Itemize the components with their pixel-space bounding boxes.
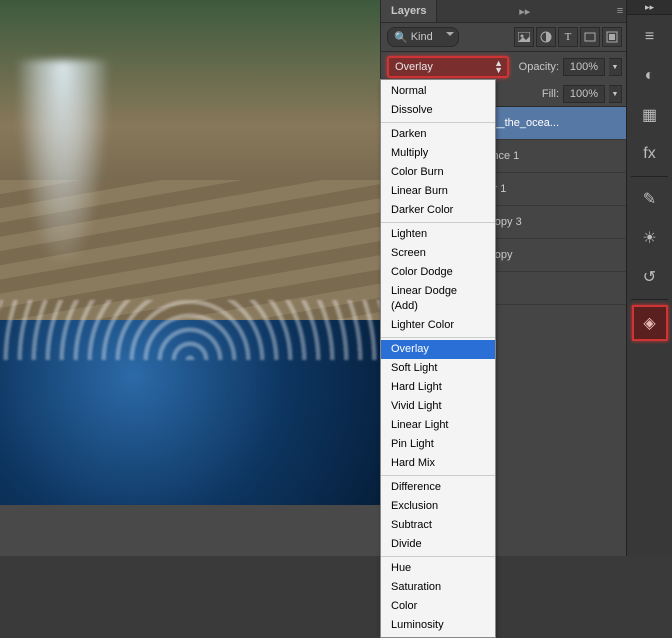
opacity-label: Opacity: <box>519 61 559 73</box>
blend-mode-menu[interactable]: NormalDissolveDarkenMultiplyColor BurnLi… <box>380 79 496 638</box>
filter-type-icons: T <box>514 27 622 47</box>
filter-kind-dropdown[interactable]: 🔍 Kind <box>387 27 459 47</box>
blend-option-soft-light[interactable]: Soft Light <box>381 359 495 378</box>
layer-filter-row: 🔍 Kind T <box>381 23 628 52</box>
blend-option-subtract[interactable]: Subtract <box>381 516 495 535</box>
filter-type-icon[interactable]: T <box>558 27 578 47</box>
opacity-control: Opacity: 100% ▼ <box>519 58 622 76</box>
blend-option-saturation[interactable]: Saturation <box>381 578 495 597</box>
panel-header: Layers ▸▸ ≡ <box>381 0 628 23</box>
blend-option-difference[interactable]: Difference <box>381 478 495 497</box>
blend-option-darken[interactable]: Darken <box>381 125 495 144</box>
adjustments-panel-icon[interactable]: ☀ <box>633 221 667 255</box>
layers-panel-icon[interactable]: ◈ <box>632 305 668 341</box>
blend-option-vivid-light[interactable]: Vivid Light <box>381 397 495 416</box>
blend-option-dissolve[interactable]: Dissolve <box>381 101 495 120</box>
filter-adjust-icon[interactable] <box>536 27 556 47</box>
canvas-pasteboard <box>0 505 380 556</box>
fill-label: Fill: <box>542 88 559 100</box>
filter-shape-icon[interactable] <box>580 27 600 47</box>
stepper-icon: ▲▼ <box>494 60 503 74</box>
color-panel-icon[interactable]: ◐ <box>633 59 667 93</box>
styles-icon[interactable]: fx <box>633 137 667 171</box>
chevron-down-icon[interactable]: ▼ <box>609 85 622 103</box>
document-canvas[interactable] <box>0 0 380 505</box>
blend-option-normal[interactable]: Normal <box>381 82 495 101</box>
blend-option-exclusion[interactable]: Exclusion <box>381 497 495 516</box>
history-panel-icon[interactable]: ↺ <box>633 260 667 294</box>
chevron-down-icon[interactable]: ▼ <box>609 58 622 76</box>
blend-option-overlay[interactable]: Overlay <box>381 340 495 359</box>
blend-option-pin-light[interactable]: Pin Light <box>381 435 495 454</box>
blend-mode-value: Overlay <box>395 61 433 73</box>
panel-collapse-icon[interactable]: ▸▸ <box>517 5 533 18</box>
filter-image-icon[interactable] <box>514 27 534 47</box>
accordion-icon[interactable]: ≡ <box>633 20 667 54</box>
blend-option-linear-burn[interactable]: Linear Burn <box>381 182 495 201</box>
blend-option-linear-light[interactable]: Linear Light <box>381 416 495 435</box>
image-content <box>18 60 108 260</box>
chevron-down-icon <box>446 32 454 36</box>
brush-panel-icon[interactable]: ✎ <box>633 182 667 216</box>
collapsed-panels-dock: ▸▸ ≡ ◐ ▦ fx ✎ ☀ ↺ ◈ <box>626 0 672 556</box>
blend-option-color[interactable]: Color <box>381 597 495 616</box>
blend-option-color-dodge[interactable]: Color Dodge <box>381 263 495 282</box>
image-content <box>0 300 380 360</box>
opacity-input[interactable]: 100% <box>563 58 605 76</box>
blend-mode-dropdown[interactable]: Overlay ▲▼ <box>387 56 509 78</box>
search-icon: 🔍 <box>394 31 408 44</box>
fill-input[interactable]: 100% <box>563 85 605 103</box>
blend-option-screen[interactable]: Screen <box>381 244 495 263</box>
blend-option-multiply[interactable]: Multiply <box>381 144 495 163</box>
blend-option-hard-mix[interactable]: Hard Mix <box>381 454 495 473</box>
blend-option-divide[interactable]: Divide <box>381 535 495 554</box>
blend-option-luminosity[interactable]: Luminosity <box>381 616 495 635</box>
blend-option-linear-dodge-add-[interactable]: Linear Dodge (Add) <box>381 282 495 316</box>
layers-tab[interactable]: Layers <box>381 0 437 22</box>
blend-option-lighter-color[interactable]: Lighter Color <box>381 316 495 335</box>
blend-option-lighten[interactable]: Lighten <box>381 225 495 244</box>
blend-option-hard-light[interactable]: Hard Light <box>381 378 495 397</box>
filter-kind-label: Kind <box>411 31 433 43</box>
filter-smartobj-icon[interactable] <box>602 27 622 47</box>
blend-option-hue[interactable]: Hue <box>381 559 495 578</box>
blend-mode-row: Overlay ▲▼ Opacity: 100% ▼ <box>381 52 628 82</box>
blend-option-darker-color[interactable]: Darker Color <box>381 201 495 220</box>
swatches-icon[interactable]: ▦ <box>633 98 667 132</box>
blend-option-color-burn[interactable]: Color Burn <box>381 163 495 182</box>
dock-collapse-icon[interactable]: ▸▸ <box>627 0 672 15</box>
